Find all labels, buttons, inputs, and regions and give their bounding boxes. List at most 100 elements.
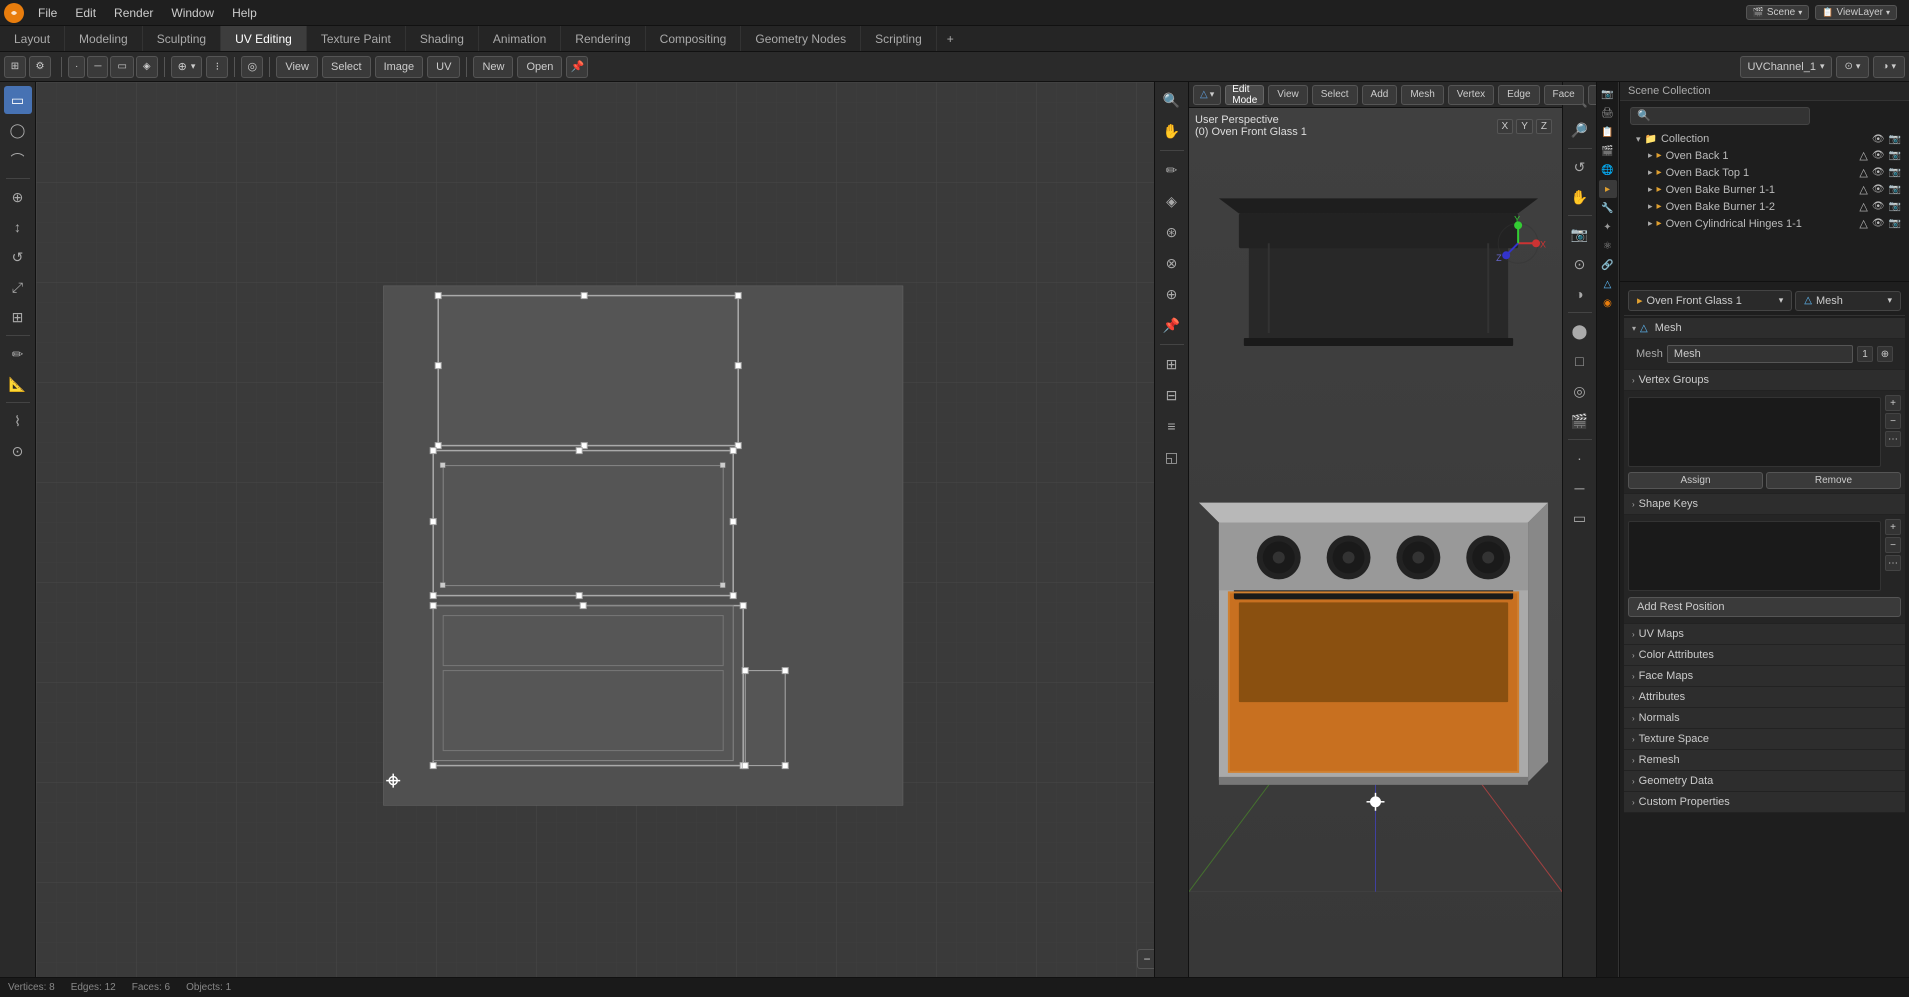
vp-vertex-menu[interactable]: Vertex	[1448, 85, 1494, 105]
outliner-item-1[interactable]: ▸ ▸ Oven Back Top 1 △ 👁 📷	[1620, 164, 1909, 181]
vp-tool-wireframe[interactable]: □	[1566, 347, 1594, 375]
uv-image-menu[interactable]: Image	[375, 56, 424, 78]
props-icon-physics[interactable]: ⚛	[1599, 237, 1617, 255]
item-eye-0[interactable]: 👁	[1872, 150, 1885, 161]
vp-tool-pan[interactable]: ✋	[1566, 183, 1594, 211]
props-icon-output[interactable]: 🖨	[1599, 104, 1617, 122]
vp-z-axis[interactable]: Z	[1536, 119, 1552, 134]
tool-rip[interactable]: ⌇	[4, 407, 32, 435]
vp-tool-render[interactable]: 🎬	[1566, 407, 1594, 435]
uv-view-menu[interactable]: View	[276, 56, 318, 78]
vp-edge-menu[interactable]: Edge	[1498, 85, 1539, 105]
select-mode-vertex[interactable]: ·	[68, 56, 85, 78]
tab-compositing[interactable]: Compositing	[646, 26, 742, 51]
uv-minimize-stretch[interactable]: ◱	[1158, 443, 1186, 471]
menu-item-edit[interactable]: Edit	[67, 4, 104, 22]
uv-stitch[interactable]: ⊗	[1158, 249, 1186, 277]
mesh-single-user-btn[interactable]: ⊕	[1877, 346, 1893, 362]
props-icon-object-data[interactable]: △	[1599, 275, 1617, 293]
vp-tool-orbit[interactable]: ↺	[1566, 153, 1594, 181]
editor-type-btn[interactable]: ⊞	[4, 56, 26, 78]
uv-annotation[interactable]: ✏	[1158, 156, 1186, 184]
tool-select-circle[interactable]: ◯	[4, 116, 32, 144]
collection-render-icon[interactable]: 📷	[1889, 134, 1901, 145]
select-mode-face[interactable]: ▭	[110, 56, 133, 78]
uv-select-grow[interactable]: ⊕	[1158, 280, 1186, 308]
tool-cursor[interactable]: ⊕	[4, 183, 32, 211]
uv-pick-shortest-path[interactable]: ◈	[1158, 187, 1186, 215]
props-icon-modifier[interactable]: 🔧	[1599, 199, 1617, 217]
props-icon-particles[interactable]: ✦	[1599, 218, 1617, 236]
vp-select-menu[interactable]: Select	[1312, 85, 1358, 105]
sk-add-btn[interactable]: +	[1885, 519, 1901, 535]
vp-tool-zoom-out[interactable]: 🔎	[1566, 116, 1594, 144]
item-eye-1[interactable]: 👁	[1872, 167, 1885, 178]
uv-average-scale[interactable]: ≡	[1158, 412, 1186, 440]
sk-remove-btn[interactable]: −	[1885, 537, 1901, 553]
outliner-search-input[interactable]	[1630, 107, 1810, 125]
menu-item-help[interactable]: Help	[224, 4, 265, 22]
image-pin-btn[interactable]: 📌	[566, 56, 588, 78]
vp-tool-face-select[interactable]: ▭	[1566, 504, 1594, 532]
props-icon-material[interactable]: ◉	[1599, 294, 1617, 312]
item-eye-4[interactable]: 👁	[1872, 218, 1885, 229]
item-render-0[interactable]: 📷	[1889, 150, 1901, 161]
outliner-item-2[interactable]: ▸ ▸ Oven Bake Burner 1-1 △ 👁 📷	[1620, 181, 1909, 198]
menu-item-window[interactable]: Window	[163, 4, 222, 22]
item-eye-3[interactable]: 👁	[1872, 201, 1885, 212]
vp-tool-camera-persp[interactable]: 📷	[1566, 220, 1594, 248]
uv-select-menu[interactable]: Select	[322, 56, 371, 78]
viewlayer-selector[interactable]: 📋 ViewLayer ▾	[1815, 5, 1897, 20]
vp-uv-menu[interactable]: UV	[1588, 85, 1596, 105]
custom-props-header[interactable]: › Custom Properties	[1624, 792, 1905, 813]
tab-layout[interactable]: Layout	[0, 26, 65, 51]
uv-shading-toggle[interactable]: ◑▾	[1873, 56, 1905, 78]
tab-modeling[interactable]: Modeling	[65, 26, 143, 51]
vp-tool-xray[interactable]: ◑	[1566, 280, 1594, 308]
vp-tool-overlay[interactable]: ⊙	[1566, 250, 1594, 278]
uv-overlay-toggle[interactable]: ⊙▾	[1836, 56, 1870, 78]
normals-header[interactable]: › Normals	[1624, 708, 1905, 729]
item-render-2[interactable]: 📷	[1889, 184, 1901, 195]
face-maps-header[interactable]: › Face Maps	[1624, 666, 1905, 687]
menu-item-render[interactable]: Render	[106, 4, 161, 22]
uv-uv-menu[interactable]: UV	[427, 56, 460, 78]
tab-rendering[interactable]: Rendering	[561, 26, 645, 51]
uv-settings-btn[interactable]: ⚙	[29, 56, 51, 78]
vp-x-axis[interactable]: X	[1497, 119, 1514, 134]
shape-keys-header[interactable]: › Shape Keys	[1624, 494, 1905, 515]
outliner-item-3[interactable]: ▸ ▸ Oven Bake Burner 1-2 △ 👁 📷	[1620, 198, 1909, 215]
uv-maps-header[interactable]: › UV Maps	[1624, 624, 1905, 645]
vertex-groups-header[interactable]: › Vertex Groups	[1624, 370, 1905, 391]
vp-mesh-menu[interactable]: Mesh	[1401, 85, 1443, 105]
geometry-data-header[interactable]: › Geometry Data	[1624, 771, 1905, 792]
props-icon-render[interactable]: 📷	[1599, 85, 1617, 103]
vg-remove-btn[interactable]: −	[1885, 413, 1901, 429]
item-render-1[interactable]: 📷	[1889, 167, 1901, 178]
vp-face-menu[interactable]: Face	[1544, 85, 1584, 105]
tool-select-box[interactable]: ▭	[4, 86, 32, 114]
tool-annotate[interactable]: ✏	[4, 340, 32, 368]
uv-channel-selector[interactable]: UVChannel_1 ▾	[1740, 56, 1831, 78]
vg-assign-btn[interactable]: Assign	[1628, 472, 1763, 489]
vp-tool-vert-select[interactable]: ·	[1566, 444, 1594, 472]
add-workspace-tab[interactable]: +	[937, 28, 964, 50]
props-icon-scene[interactable]: 🎬	[1599, 142, 1617, 160]
uv-nav-zoom[interactable]: 🔍	[1158, 86, 1186, 114]
open-image-btn[interactable]: Open	[517, 56, 562, 78]
props-icon-constraints[interactable]: 🔗	[1599, 256, 1617, 274]
vg-add-btn[interactable]: +	[1885, 395, 1901, 411]
tool-rotate[interactable]: ↺	[4, 243, 32, 271]
props-icon-view-layer[interactable]: 📋	[1599, 123, 1617, 141]
tab-geometry-nodes[interactable]: Geometry Nodes	[741, 26, 861, 51]
add-rest-position-btn[interactable]: Add Rest Position	[1628, 597, 1901, 617]
snap-toggle[interactable]: ⁝	[206, 56, 228, 78]
pivot-point-dropdown[interactable]: ⊕▾	[171, 56, 203, 78]
vp-add-menu[interactable]: Add	[1362, 85, 1398, 105]
outliner-item-4[interactable]: ▸ ▸ Oven Cylindrical Hinges 1-1 △ 👁 📷	[1620, 215, 1909, 232]
item-render-4[interactable]: 📷	[1889, 218, 1901, 229]
select-mode-island[interactable]: ◈	[136, 56, 158, 78]
mesh-name-input[interactable]	[1667, 345, 1853, 363]
mesh-data-selector[interactable]: △ Mesh ▾	[1795, 291, 1901, 311]
tool-select-lasso[interactable]: ⌒	[4, 146, 32, 174]
